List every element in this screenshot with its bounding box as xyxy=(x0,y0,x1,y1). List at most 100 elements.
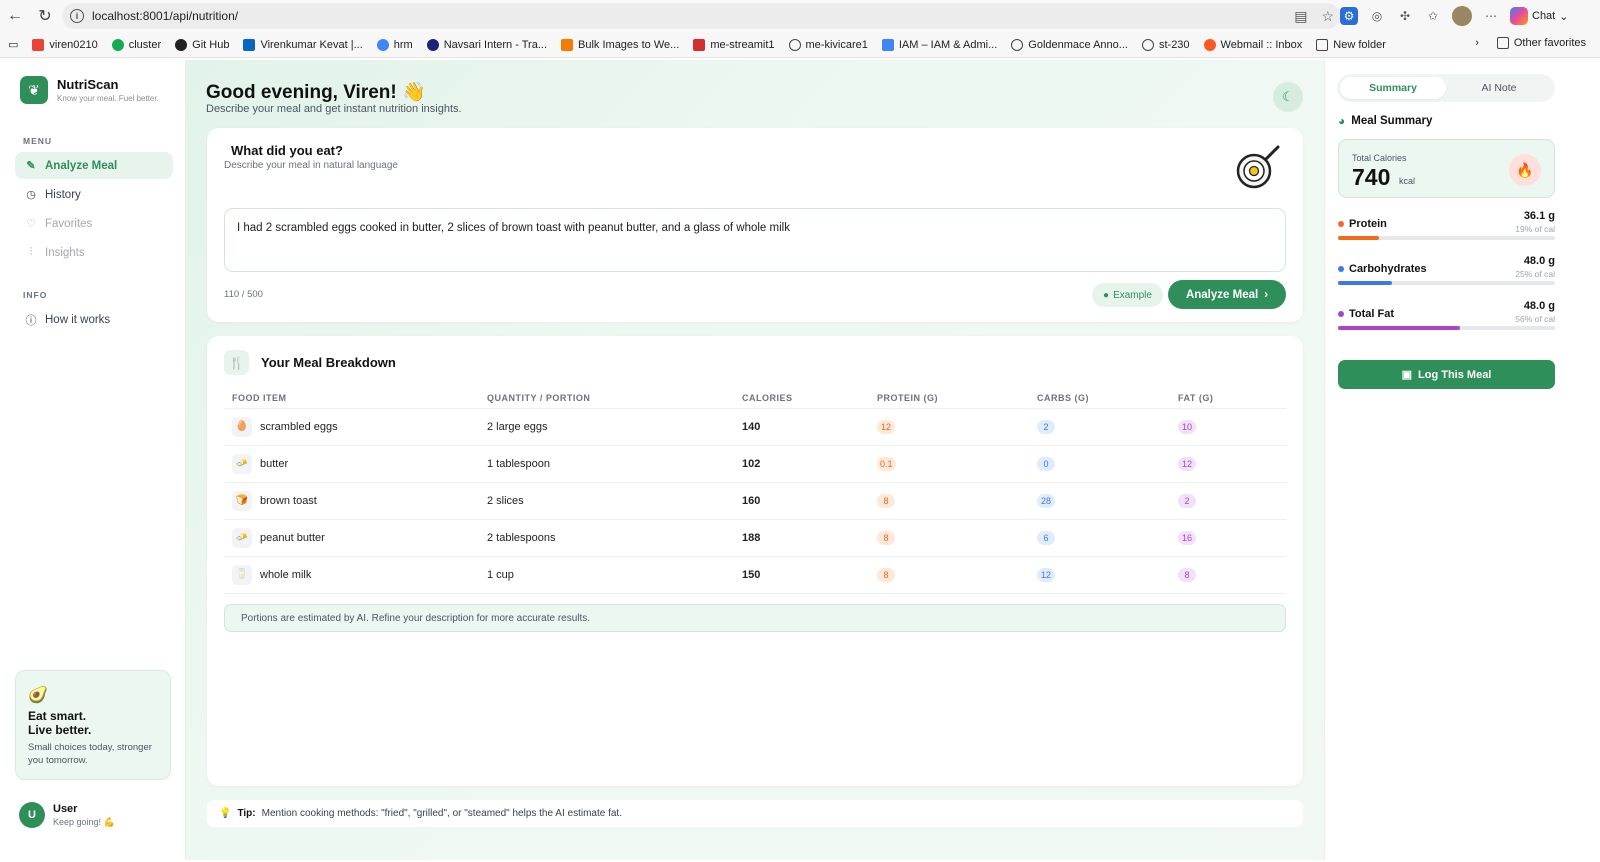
bookmark[interactable]: New folder xyxy=(1316,38,1386,51)
bookmark-label: Bulk Images to We... xyxy=(578,38,680,51)
table-row: 🥛 whole milk 1 cup 150 8 12 8 xyxy=(224,556,1286,594)
webmail-icon xyxy=(1203,38,1216,51)
carbs-badge: 28 xyxy=(1037,493,1055,508)
chat-button[interactable]: Chat ⌄ xyxy=(1510,7,1568,25)
fat-badge: 10 xyxy=(1178,419,1196,434)
back-icon[interactable]: ← xyxy=(0,1,30,31)
bookmark-label: Git Hub xyxy=(192,38,230,51)
bookmark[interactable]: st-230 xyxy=(1141,38,1190,51)
user-profile[interactable]: U User Keep going! 💪 xyxy=(19,802,115,828)
bookmark[interactable]: IAM – IAM & Admi... xyxy=(881,38,998,51)
example-button[interactable]: ● Example xyxy=(1092,283,1163,307)
food-calories: 140 xyxy=(742,408,877,446)
url-text[interactable]: localhost:8001/api/nutrition/ xyxy=(92,9,238,23)
chevron-right-icon[interactable]: › xyxy=(1475,37,1479,49)
brand[interactable]: ❦ NutriScan Know your meal. Fuel better. xyxy=(3,60,185,104)
bookmark[interactable]: cluster xyxy=(111,38,161,51)
milk-icon: 🥛 xyxy=(232,564,252,585)
brand-tagline: Know your meal. Fuel better. xyxy=(57,94,159,103)
more-icon[interactable]: ⋯ xyxy=(1482,7,1500,25)
col-header-calories: CALORIES xyxy=(742,388,877,409)
bookmark[interactable]: hrm xyxy=(376,38,413,51)
profile-avatar[interactable] xyxy=(1452,6,1472,26)
intern-icon xyxy=(426,38,439,51)
page-title: Good evening, Viren! 👋 xyxy=(206,82,426,103)
bulb-icon: ● xyxy=(1103,289,1110,301)
carbs-badge: 6 xyxy=(1037,530,1055,545)
bookmark[interactable]: Webmail :: Inbox xyxy=(1203,38,1303,51)
meal-description-textarea[interactable]: I had 2 scrambled eggs cooked in butter,… xyxy=(224,208,1286,272)
sync-icon[interactable]: ◎ xyxy=(1368,7,1386,25)
bookmark[interactable]: me-streamit1 xyxy=(693,38,775,51)
tab-ai-note[interactable]: AI Note xyxy=(1446,77,1552,99)
bookmark[interactable]: Goldenmace Anno... xyxy=(1011,38,1128,51)
carbs-badge: 0 xyxy=(1037,456,1055,471)
sidebar-item-favorites[interactable]: ♡ Favorites xyxy=(15,210,173,237)
sidebar-item-analyze-meal[interactable]: ✎ Analyze Meal xyxy=(15,152,173,179)
tab-icon[interactable]: ▭ xyxy=(8,38,18,51)
protein-badge: 8 xyxy=(877,530,895,545)
bookmark[interactable]: Bulk Images to We... xyxy=(561,38,680,51)
theme-toggle-moon-icon[interactable]: ☾ xyxy=(1273,82,1303,112)
macro-percent: 25% of cal xyxy=(1515,269,1555,279)
macro-bar-fill xyxy=(1338,236,1380,240)
folder-icon xyxy=(1496,37,1509,49)
summary-tabs: Summary AI Note xyxy=(1337,74,1555,102)
butter-icon: 🧈 xyxy=(232,527,252,548)
favorites-icon[interactable]: ✩ xyxy=(1424,7,1442,25)
refresh-icon[interactable]: ↻ xyxy=(30,1,60,31)
total-calories-value: 740 xyxy=(1352,164,1391,190)
sidebar-item-insights[interactable]: ⫶ Insights xyxy=(15,239,173,266)
analyze-meal-button[interactable]: Analyze Meal › xyxy=(1168,280,1286,309)
bookmark[interactable]: viren0210 xyxy=(32,38,98,51)
food-calories: 160 xyxy=(742,482,877,520)
table-row: 🍞 brown toast 2 slices 160 8 28 2 xyxy=(224,482,1286,520)
input-card-title: What did you eat? xyxy=(231,143,343,158)
macro-value: 48.0 g xyxy=(1523,300,1555,312)
breakdown-title: Your Meal Breakdown xyxy=(261,355,396,370)
bookmark-label: Virenkumar Kevat |... xyxy=(260,38,363,51)
food-quantity: 2 tablespoons xyxy=(487,519,742,557)
address-bar[interactable]: i localhost:8001/api/nutrition/ ▤ ☆ xyxy=(62,3,1340,29)
bookmark-label: hrm xyxy=(393,38,413,51)
extension-icon[interactable]: ⚙ xyxy=(1340,7,1358,25)
macro-protein: Protein 36.1 g 19% of cal xyxy=(1338,210,1555,248)
flame-icon: 🔥 xyxy=(1509,154,1541,186)
col-header-fat: FAT (G) xyxy=(1178,388,1286,409)
streamit-icon xyxy=(693,38,706,51)
user-sub: Keep going! 💪 xyxy=(53,816,115,827)
bookmark[interactable]: Git Hub xyxy=(175,38,230,51)
pie-chart-icon: ◕ xyxy=(1338,114,1346,128)
table-row: 🧈 butter 1 tablespoon 102 0.1 0 12 xyxy=(224,445,1286,483)
bookmark[interactable]: Virenkumar Kevat |... xyxy=(243,38,363,51)
other-favorites[interactable]: Other favorites xyxy=(1496,37,1586,49)
macro-bar xyxy=(1338,281,1555,285)
avocado-icon: 🥑 xyxy=(28,687,48,704)
bookmark[interactable]: me-kivicare1 xyxy=(788,38,868,51)
puzzle-icon[interactable]: ✣ xyxy=(1396,7,1414,25)
food-name: peanut butter xyxy=(260,531,325,544)
user-name: User xyxy=(53,802,78,815)
star-icon[interactable]: ☆ xyxy=(1321,8,1334,25)
chat-label: Chat xyxy=(1532,10,1556,22)
browser-toolbar: ← ↻ i localhost:8001/api/nutrition/ ▤ ☆ … xyxy=(0,0,1600,32)
macro-name: Protein xyxy=(1349,218,1387,230)
bookmark-label: IAM – IAM & Admi... xyxy=(898,38,998,51)
leaf-icon xyxy=(111,38,124,51)
col-header-food: FOOD ITEM xyxy=(224,388,487,409)
log-meal-button[interactable]: ▣ Log This Meal xyxy=(1338,360,1555,389)
tab-summary[interactable]: Summary xyxy=(1340,77,1446,99)
frying-pan-icon xyxy=(1236,145,1280,189)
sidebar-item-history[interactable]: ◷ History xyxy=(15,181,173,208)
bookmark-label: Webmail :: Inbox xyxy=(1220,38,1303,51)
bookmark-label: me-kivicare1 xyxy=(805,38,868,51)
leaf-icon: ❦ xyxy=(20,76,48,104)
linkedin-icon xyxy=(243,38,256,51)
char-count: 110 / 500 xyxy=(224,289,263,300)
bookmark[interactable]: Navsari Intern - Tra... xyxy=(426,38,547,51)
sidebar-item-how-it-works[interactable]: ⓘ How it works xyxy=(15,306,173,333)
reader-icon[interactable]: ▤ xyxy=(1294,8,1307,25)
breakdown-table: FOOD ITEM QUANTITY / PORTION CALORIES PR… xyxy=(224,388,1286,594)
macro-percent: 56% of cal xyxy=(1515,314,1555,324)
info-icon[interactable]: i xyxy=(70,9,84,23)
